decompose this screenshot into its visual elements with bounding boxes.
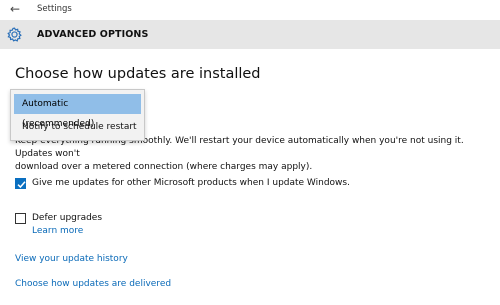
- dropdown-option-notify[interactable]: Notify to schedule restart: [14, 117, 141, 137]
- section-title: Choose how updates are installed: [15, 66, 261, 82]
- update-history-link[interactable]: View your update history: [15, 254, 128, 264]
- page-header: ADVANCED OPTIONS: [0, 20, 500, 49]
- install-method-dropdown[interactable]: Automatic (recommended) Notify to schedu…: [10, 89, 145, 141]
- update-delivery-link[interactable]: Choose how updates are delivered: [15, 279, 171, 289]
- title-bar: ← Settings: [0, 0, 500, 20]
- page-title: ADVANCED OPTIONS: [37, 29, 149, 40]
- description-line-2: download over a metered connection (wher…: [15, 162, 313, 172]
- learn-more-link[interactable]: Learn more: [32, 226, 83, 236]
- dropdown-option-automatic[interactable]: Automatic (recommended): [14, 94, 141, 129]
- gear-icon: [7, 27, 22, 42]
- defer-upgrades-label: Defer upgrades: [32, 213, 103, 223]
- defer-upgrades-checkbox[interactable]: [15, 213, 26, 224]
- checkmark-icon: [17, 181, 26, 189]
- other-products-checkbox[interactable]: [15, 178, 26, 189]
- other-products-label: Give me updates for other Microsoft prod…: [32, 178, 350, 188]
- back-arrow-icon[interactable]: ←: [8, 2, 22, 16]
- window-title: Settings: [37, 4, 72, 14]
